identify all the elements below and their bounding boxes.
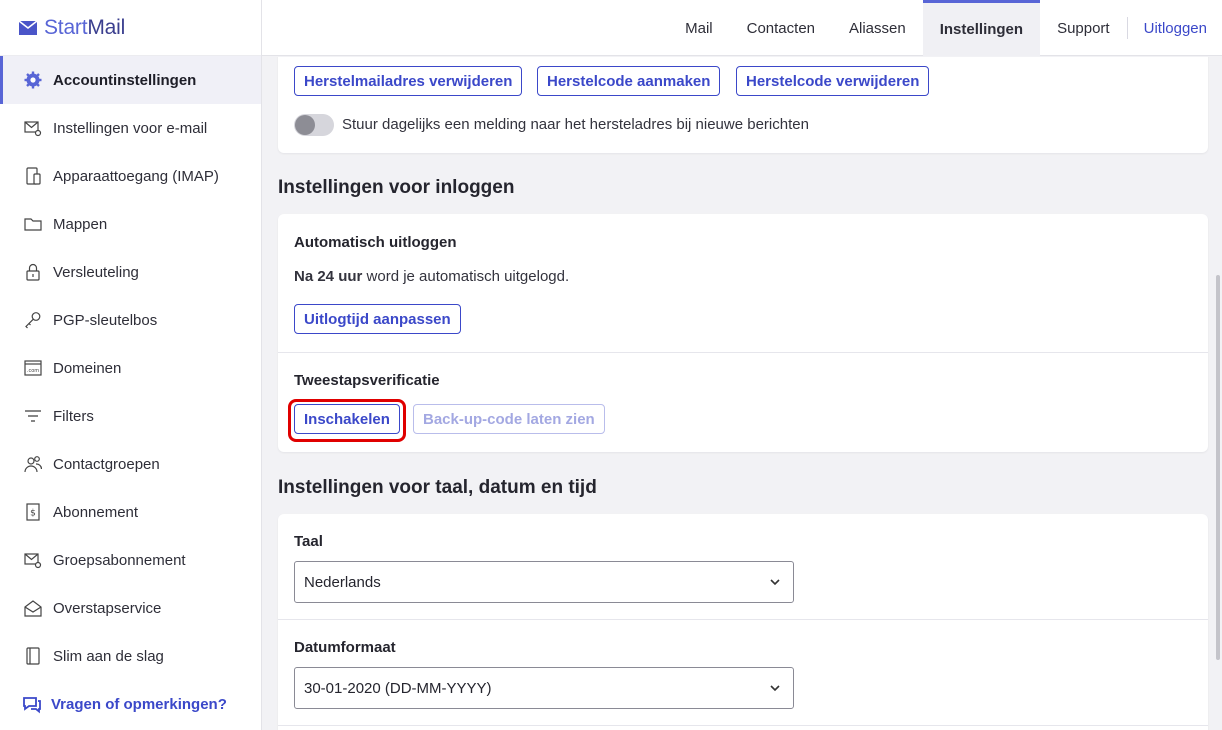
sidebar-item-label: Domeinen — [53, 359, 122, 377]
scrollbar[interactable] — [1216, 275, 1220, 660]
tab-label: Support — [1057, 19, 1110, 37]
sidebar-item-label: Slim aan de slag — [53, 647, 164, 665]
sidebar-item-label: Accountinstellingen — [53, 71, 197, 89]
remove-recovery-code-button[interactable]: Herstelcode verwijderen — [736, 66, 930, 96]
divider — [278, 352, 1208, 353]
enable-two-factor-button[interactable]: Inschakelen — [294, 404, 400, 434]
logout-link[interactable]: Uitloggen — [1126, 17, 1222, 39]
sidebar: StartMail Accountinstellingen Instelling… — [0, 0, 262, 730]
sidebar-item-domeinen[interactable]: .com Domeinen — [0, 344, 261, 392]
sidebar-item-email-settings[interactable]: Instellingen voor e-mail — [0, 104, 261, 152]
sidebar-item-mappen[interactable]: Mappen — [0, 200, 261, 248]
sidebar-item-imap[interactable]: Apparaattoegang (IMAP) — [0, 152, 261, 200]
remove-recovery-email-button[interactable]: Herstelmailadres verwijderen — [294, 66, 523, 96]
domain-icon: .com — [24, 359, 42, 377]
lock-icon — [24, 263, 42, 281]
change-logout-time-button[interactable]: Uitlogtijd aanpassen — [294, 304, 461, 334]
recovery-card: Herstelmailadres verwijderen Herstelcode… — [278, 57, 1208, 153]
auto-logout-duration: Na 24 uur — [294, 268, 363, 285]
sidebar-item-label: Filters — [53, 407, 94, 425]
getting-started-icon — [24, 647, 42, 665]
tab-mail[interactable]: Mail — [668, 0, 730, 56]
date-format-select-value: 30-01-2020 (DD-MM-YYYY) — [304, 679, 492, 697]
folder-icon — [24, 215, 42, 233]
locale-settings-card: Taal Nederlands Datumformaat 30-01-2020 … — [278, 514, 1208, 730]
logo-text: StartMail — [44, 15, 126, 39]
help-link[interactable]: Vragen of opmerkingen? — [0, 680, 261, 728]
svg-text:.com: .com — [27, 368, 39, 374]
create-recovery-code-button[interactable]: Herstelcode aanmaken — [537, 66, 721, 96]
sidebar-item-groepsabonnement[interactable]: Groepsabonnement — [0, 536, 261, 584]
language-select-value: Nederlands — [304, 573, 381, 591]
group-subscription-icon — [24, 551, 42, 569]
mail-settings-icon — [24, 119, 42, 137]
language-label: Taal — [294, 533, 323, 550]
toggle-knob — [295, 115, 315, 135]
sidebar-item-label: Abonnement — [53, 503, 139, 521]
sidebar-item-label: Overstapservice — [53, 599, 162, 617]
subscription-icon: $ — [24, 503, 42, 521]
language-select[interactable]: Nederlands — [294, 561, 794, 603]
sidebar-item-abonnement[interactable]: $ Abonnement — [0, 488, 261, 536]
tab-label: Contacten — [746, 19, 816, 37]
envelope-logo-icon — [18, 19, 38, 35]
tab-label: Mail — [685, 19, 713, 37]
divider — [278, 619, 1208, 620]
top-bar: Mail Contacten Aliassen Instellingen Sup… — [262, 0, 1222, 56]
login-settings-title: Instellingen voor inloggen — [278, 177, 515, 198]
tab-support[interactable]: Support — [1040, 0, 1127, 56]
locale-settings-title: Instellingen voor taal, datum en tijd — [278, 477, 597, 498]
main-nav: Mail Contacten Aliassen Instellingen Sup… — [668, 0, 1222, 56]
sidebar-item-label: Instellingen voor e-mail — [53, 119, 208, 137]
login-settings-card: Automatisch uitloggen Na 24 uur word je … — [278, 214, 1208, 452]
sidebar-item-label: Versleuteling — [53, 263, 139, 281]
migration-icon — [24, 599, 42, 617]
tab-instellingen[interactable]: Instellingen — [922, 0, 1041, 56]
auto-logout-label: Automatisch uitloggen — [294, 234, 457, 251]
chevron-down-icon — [770, 579, 780, 586]
filter-icon — [24, 407, 42, 425]
svg-text:$: $ — [30, 509, 36, 519]
contact-groups-icon — [24, 455, 42, 473]
device-icon — [24, 167, 42, 185]
settings-nav: Accountinstellingen Instellingen voor e-… — [0, 56, 261, 680]
sidebar-item-label: Contactgroepen — [53, 455, 160, 473]
sidebar-item-label: Apparaattoegang (IMAP) — [53, 167, 219, 185]
settings-content: Herstelmailadres verwijderen Herstelcode… — [262, 57, 1222, 730]
sidebar-item-label: PGP-sleutelbos — [53, 311, 158, 329]
daily-notification-label: Stuur dagelijks een melding naar het her… — [342, 116, 809, 133]
sidebar-item-label: Mappen — [53, 215, 108, 233]
tab-aliassen[interactable]: Aliassen — [832, 0, 923, 56]
sidebar-item-pgp[interactable]: PGP-sleutelbos — [0, 296, 261, 344]
chat-icon — [23, 697, 41, 714]
gear-icon — [24, 71, 42, 89]
show-backup-code-button: Back-up-code laten zien — [413, 404, 605, 434]
tab-label: Aliassen — [849, 19, 906, 37]
sidebar-item-label: Groepsabonnement — [53, 551, 186, 569]
tab-contacten[interactable]: Contacten — [730, 0, 832, 56]
logout-label: Uitloggen — [1143, 19, 1207, 37]
auto-logout-text-rest: word je automatisch uitgelogd. — [362, 268, 570, 285]
startmail-logo[interactable]: StartMail — [0, 0, 261, 56]
sidebar-item-versleuteling[interactable]: Versleuteling — [0, 248, 261, 296]
chevron-down-icon — [770, 685, 780, 692]
date-format-label: Datumformaat — [294, 639, 396, 656]
sidebar-item-accountinstellingen[interactable]: Accountinstellingen — [0, 56, 261, 104]
two-factor-label: Tweestapsverificatie — [294, 372, 440, 389]
sidebar-item-slim-aan-de-slag[interactable]: Slim aan de slag — [0, 632, 261, 680]
sidebar-item-contactgroepen[interactable]: Contactgroepen — [0, 440, 261, 488]
auto-logout-text: Na 24 uur word je automatisch uitgelogd. — [294, 268, 569, 285]
tab-label: Instellingen — [939, 20, 1024, 38]
sidebar-item-filters[interactable]: Filters — [0, 392, 261, 440]
key-icon — [24, 311, 42, 329]
date-format-select[interactable]: 30-01-2020 (DD-MM-YYYY) — [294, 667, 794, 709]
help-link-label: Vragen of opmerkingen? — [51, 695, 227, 713]
divider — [278, 725, 1208, 726]
sidebar-item-overstapservice[interactable]: Overstapservice — [0, 584, 261, 632]
daily-notification-toggle[interactable] — [294, 114, 334, 136]
